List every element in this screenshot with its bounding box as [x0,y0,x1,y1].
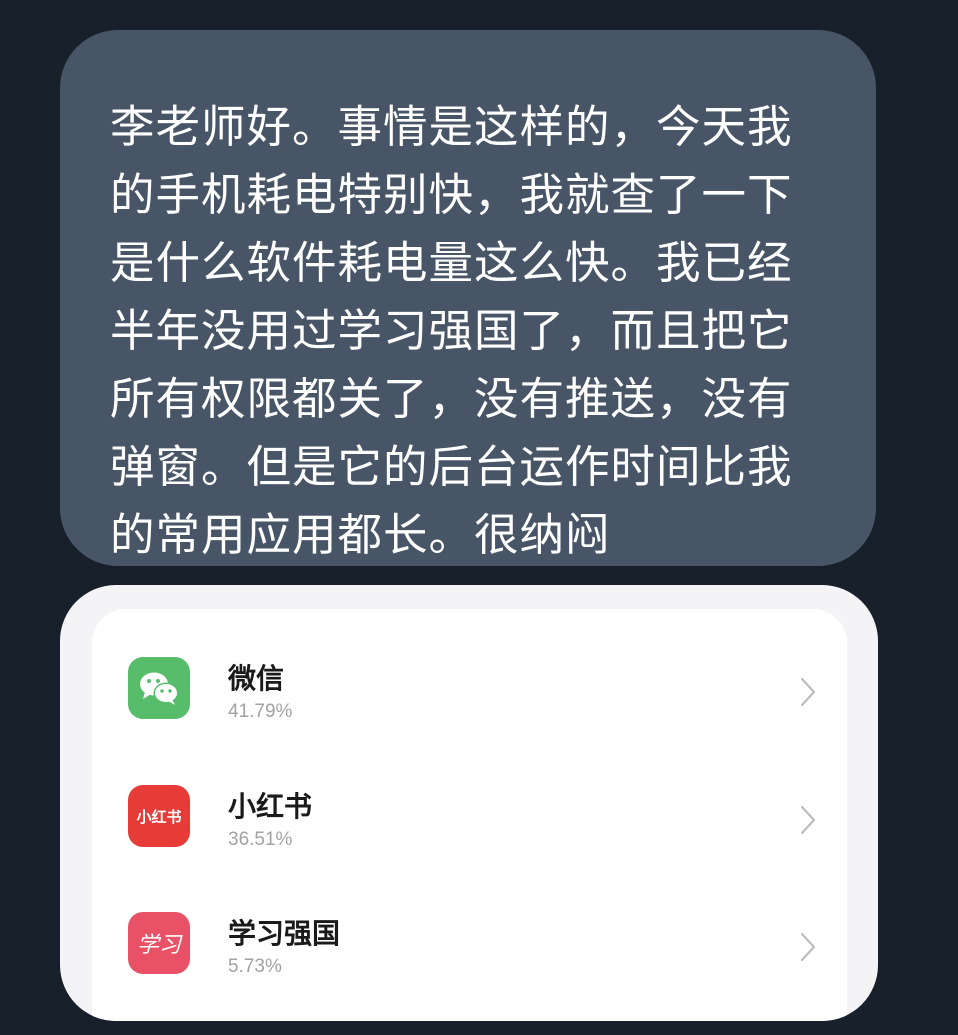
app-name: 微信 [228,662,285,695]
app-percent: 36.51% [228,829,293,850]
xiaohongshu-icon: 小红书 [128,785,190,847]
list-item-xiaohongshu[interactable]: 小红书 小红书 36.51% [92,737,847,850]
app-name: 小红书 [228,790,313,823]
chat-message-bubble[interactable]: 李老师好。事情是这样的，今天我的手机耗电特别快，我就查了一下是什么软件耗电量这么… [60,30,876,566]
app-name: 学习强国 [228,917,341,950]
app-percent: 5.73% [228,956,282,977]
chevron-right-icon [800,932,816,962]
list-item-wechat[interactable]: 微信 41.79% [92,609,847,722]
list-item-xuexi-qiangguo[interactable]: 学习 学习强国 5.73% [92,864,847,977]
chevron-right-icon [800,805,816,835]
message-text: 李老师好。事情是这样的，今天我的手机耗电特别快，我就查了一下是什么软件耗电量这么… [110,102,793,561]
xuexi-qiangguo-icon: 学习 [128,912,190,974]
wechat-icon [128,657,190,719]
app-percent: 41.79% [228,701,293,722]
app-usage-list: 微信 41.79% 小红书 小红书 36.51% 学习 学习强国 5.73% [92,609,847,1021]
battery-usage-screenshot[interactable]: 微信 41.79% 小红书 小红书 36.51% 学习 学习强国 5.73% [60,585,878,1021]
chevron-right-icon [800,677,816,707]
